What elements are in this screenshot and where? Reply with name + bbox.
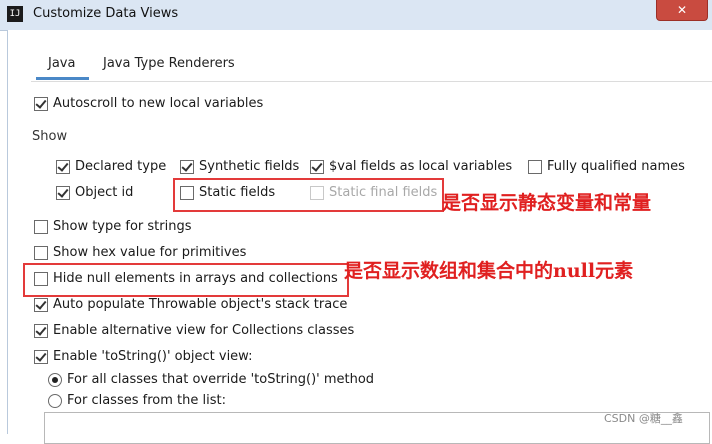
tab-java[interactable]: Java bbox=[48, 54, 75, 78]
radio-selected-icon[interactable] bbox=[48, 373, 62, 387]
alternative-view-label: Enable alternative view for Collections … bbox=[53, 323, 355, 338]
checkbox-unchecked-icon[interactable] bbox=[34, 246, 48, 260]
checkbox-checked-icon[interactable] bbox=[310, 160, 324, 174]
tostring-view-label: Enable 'toString()' object view: bbox=[53, 349, 253, 364]
show-section-label: Show bbox=[32, 129, 68, 144]
checkbox-checked-icon[interactable] bbox=[34, 298, 48, 312]
checkbox-checked-icon[interactable] bbox=[34, 97, 48, 111]
show-type-strings-label: Show type for strings bbox=[53, 219, 192, 234]
radio-all-classes-label: For all classes that override 'toString(… bbox=[67, 372, 375, 387]
static-fields-highlight-box bbox=[173, 178, 444, 212]
checkbox-unchecked-icon[interactable] bbox=[34, 220, 48, 234]
auto-populate-label: Auto populate Throwable object's stack t… bbox=[53, 297, 348, 312]
dialog-content: Java Java Type Renderers Autoscroll to n… bbox=[7, 30, 712, 444]
object-id-label: Object id bbox=[75, 185, 134, 200]
tab-separator bbox=[31, 81, 712, 82]
checkbox-checked-icon[interactable] bbox=[56, 160, 70, 174]
csdn-watermark: CSDN @糖__鑫 bbox=[604, 412, 683, 425]
title-bar: IJ Customize Data Views ✕ bbox=[0, 0, 712, 31]
close-button[interactable]: ✕ bbox=[656, 0, 708, 21]
null-annotation: 是否显示数组和集合中的null元素 bbox=[344, 260, 634, 282]
tab-java-type-renderers[interactable]: Java Type Renderers bbox=[103, 54, 235, 78]
synthetic-fields-label: Synthetic fields bbox=[199, 159, 300, 174]
fully-qualified-names-label: Fully qualified names bbox=[547, 159, 685, 174]
checkbox-unchecked-icon[interactable] bbox=[528, 160, 542, 174]
active-tab-indicator bbox=[36, 77, 89, 80]
radio-unselected-icon[interactable] bbox=[48, 394, 62, 408]
hide-null-highlight-box bbox=[23, 263, 349, 297]
window-title: Customize Data Views bbox=[33, 6, 179, 21]
radio-classes-from-list-label: For classes from the list: bbox=[67, 393, 226, 408]
checkbox-checked-icon[interactable] bbox=[180, 160, 194, 174]
checkbox-checked-icon[interactable] bbox=[34, 324, 48, 338]
show-hex-label: Show hex value for primitives bbox=[53, 245, 247, 260]
val-fields-label: $val fields as local variables bbox=[329, 159, 513, 174]
checkbox-checked-icon[interactable] bbox=[34, 350, 48, 364]
declared-type-label: Declared type bbox=[75, 159, 167, 174]
checkbox-checked-icon[interactable] bbox=[56, 186, 70, 200]
autoscroll-label: Autoscroll to new local variables bbox=[53, 96, 264, 111]
intellij-icon: IJ bbox=[7, 6, 23, 22]
static-annotation: 是否显示静态变量和常量 bbox=[442, 192, 652, 214]
